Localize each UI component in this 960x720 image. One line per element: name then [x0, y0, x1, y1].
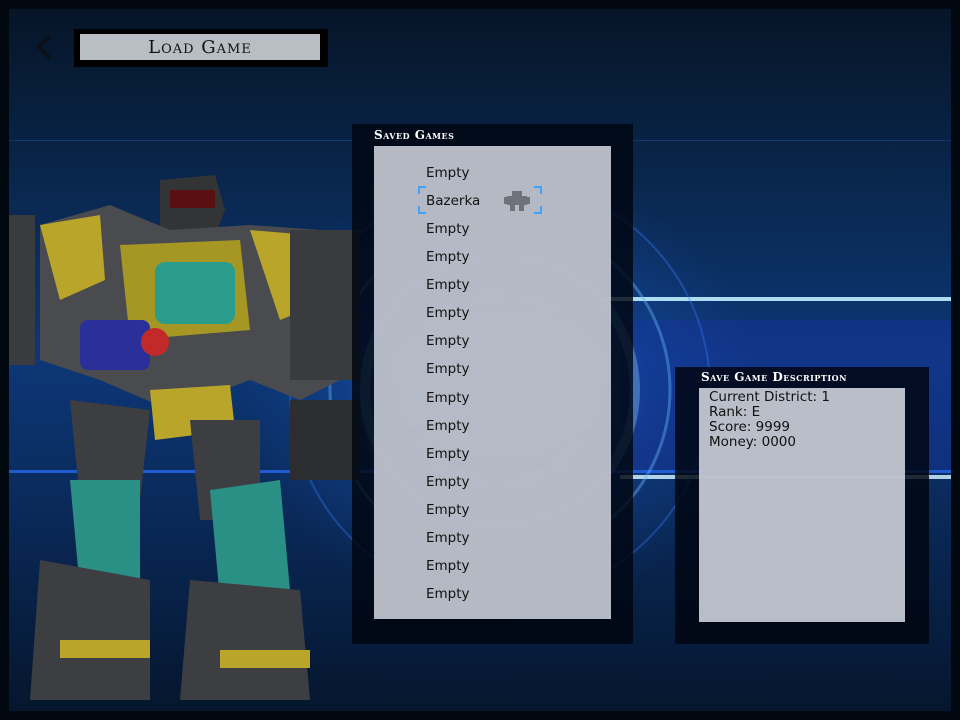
save-slot-label: Empty — [426, 249, 470, 265]
robot-icon — [504, 191, 530, 211]
save-slot-label: Empty — [426, 418, 470, 434]
title-bar: Load Game — [74, 29, 328, 67]
page-title: Load Game — [80, 34, 320, 60]
saved-games-heading: Saved Games — [374, 128, 455, 142]
back-button[interactable] — [30, 30, 60, 64]
mech-robot-illustration — [0, 175, 360, 700]
save-slot-label: Empty — [426, 446, 470, 462]
save-slot-14[interactable]: Empty — [426, 526, 556, 548]
save-slot-label: Empty — [426, 586, 470, 602]
save-slot-label: Empty — [426, 390, 470, 406]
save-slot-label: Empty — [426, 502, 470, 518]
save-slot-label: Empty — [426, 277, 470, 293]
chevron-left-icon — [36, 34, 52, 60]
save-slot-12[interactable]: Empty — [426, 470, 556, 492]
save-slot-13[interactable]: Empty — [426, 498, 556, 520]
save-slot-label: Bazerka — [426, 193, 481, 209]
save-slot-11[interactable]: Empty — [426, 442, 556, 464]
save-slot-label: Empty — [426, 361, 470, 377]
save-slot-label: Empty — [426, 530, 470, 546]
save-slot-1[interactable]: Empty — [426, 161, 556, 183]
save-slot-label: Empty — [426, 474, 470, 490]
save-slot-2[interactable]: Bazerka — [426, 189, 556, 211]
save-slot-10[interactable]: Empty — [426, 414, 556, 436]
saved-games-panel: Saved Games Empty Bazerka Empty Empty Em… — [352, 124, 633, 644]
load-game-screen: Load Game Saved Games Empty Bazerka Empt… — [0, 0, 960, 720]
save-description-box: Current District: 1 Rank: E Score: 9999 … — [699, 388, 905, 622]
save-slot-label: Empty — [426, 558, 470, 574]
current-district-text: Current District: 1 — [709, 389, 830, 405]
save-slot-label: Empty — [426, 221, 470, 237]
save-slot-3[interactable]: Empty — [426, 217, 556, 239]
save-slot-label: Empty — [426, 333, 470, 349]
save-description-heading: Save Game Description — [701, 370, 847, 384]
save-slot-16[interactable]: Empty — [426, 582, 556, 604]
score-text: Score: 9999 — [709, 419, 791, 435]
rank-text: Rank: E — [709, 404, 761, 420]
save-slot-6[interactable]: Empty — [426, 301, 556, 323]
save-slot-5[interactable]: Empty — [426, 273, 556, 295]
save-slot-15[interactable]: Empty — [426, 554, 556, 576]
save-slot-7[interactable]: Empty — [426, 329, 556, 351]
save-slot-8[interactable]: Empty — [426, 357, 556, 379]
save-slot-label: Empty — [426, 165, 470, 181]
saved-games-list[interactable]: Empty Bazerka Empty Empty Empty Empty Em… — [374, 146, 611, 619]
save-slot-label: Empty — [426, 305, 470, 321]
money-text: Money: 0000 — [709, 434, 796, 450]
save-description-panel: Save Game Description Current District: … — [675, 367, 929, 644]
save-slot-4[interactable]: Empty — [426, 245, 556, 267]
save-slot-9[interactable]: Empty — [426, 386, 556, 408]
